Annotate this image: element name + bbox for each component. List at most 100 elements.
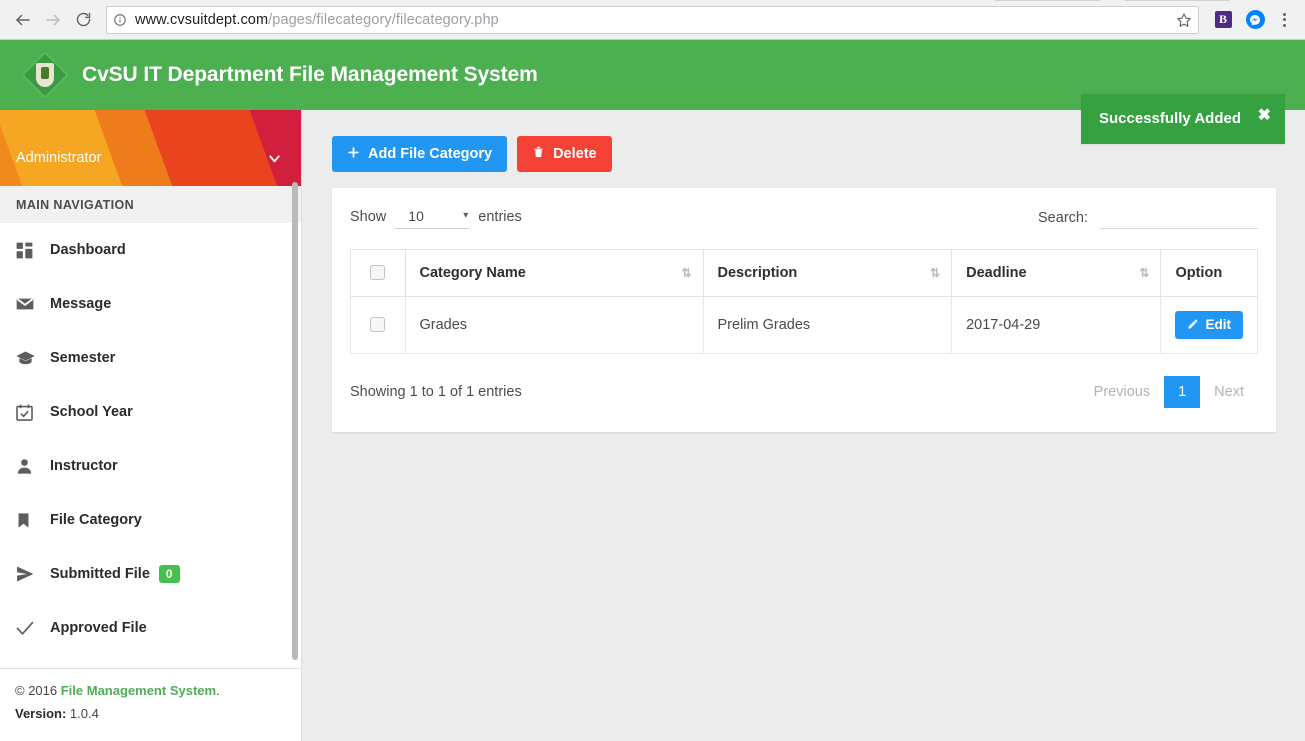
pagination-page-1[interactable]: 1: [1164, 376, 1201, 408]
entries-label: entries: [478, 208, 522, 225]
address-bar[interactable]: www.cvsuitdept.com/pages/filecategory/fi…: [106, 5, 1199, 34]
sidebar-item-submitted-file[interactable]: Submitted File 0: [0, 547, 301, 601]
row-checkbox[interactable]: [370, 317, 386, 333]
search-label: Search:: [1038, 210, 1088, 226]
pagination-previous[interactable]: Previous: [1080, 377, 1164, 407]
column-label: Deadline: [966, 264, 1027, 281]
file-category-card: Show 10 ▾ entries Search: Category Name …: [332, 187, 1276, 432]
version-value: 1.0.4: [69, 706, 99, 721]
sidebar-item-semester[interactable]: Semester: [0, 331, 301, 385]
menu-dot: [1282, 12, 1286, 16]
version-label: Version:: [15, 706, 67, 721]
copyright-line: © 2016 File Management System.: [15, 683, 301, 698]
close-icon[interactable]: ✖: [1258, 108, 1271, 124]
paper-plane-icon: [15, 564, 41, 584]
bookmark-star-icon[interactable]: [1170, 12, 1192, 28]
column-description[interactable]: Description ⇅: [702, 248, 953, 297]
sidebar-item-dashboard[interactable]: Dashboard: [0, 223, 301, 277]
info-circle-icon[interactable]: [113, 13, 127, 27]
reload-button[interactable]: [68, 5, 98, 35]
status-badge: 0: [158, 565, 180, 583]
datatable-footer: Showing 1 to 1 of 1 entries Previous 1 N…: [350, 354, 1258, 408]
sidebar-item-label: School Year: [50, 404, 133, 420]
sidebar-scrollbar[interactable]: [292, 182, 298, 660]
calendar-check-icon: [15, 403, 41, 422]
brand[interactable]: CvSU IT Department File Management Syste…: [0, 50, 538, 100]
pagination-next[interactable]: Next: [1200, 377, 1258, 407]
add-file-category-label: Add File Category: [368, 145, 493, 162]
row-select-cell[interactable]: [350, 295, 406, 354]
copyright-prefix: © 2016: [15, 683, 61, 698]
url-path: /pages/filecategory/filecategory.php: [268, 11, 499, 28]
tab-strip-remnant: [995, 0, 1100, 1]
version-line: Version: 1.0.4: [15, 706, 301, 721]
column-label: Category Name: [419, 264, 526, 281]
entries-select[interactable]: 10 ▾: [394, 206, 471, 229]
cell-deadline: 2017-04-29: [951, 295, 1162, 354]
page-title: CvSU IT Department File Management Syste…: [82, 63, 538, 86]
cell-option: Edit: [1160, 295, 1258, 354]
sort-icon[interactable]: ⇅: [1139, 266, 1149, 280]
sidebar-item-label: Instructor: [50, 458, 118, 474]
column-category-name[interactable]: Category Name ⇅: [404, 248, 704, 297]
chevron-down-icon: ▾: [463, 210, 469, 221]
pencil-icon: [1187, 318, 1199, 333]
extension-b-label: B: [1214, 11, 1232, 28]
copyright-link[interactable]: File Management System: [61, 683, 216, 698]
column-label: Option: [1175, 264, 1223, 281]
sidebar-item-label: File Category: [50, 512, 142, 528]
trash-icon: [532, 145, 545, 163]
sidebar-footer: © 2016 File Management System. Version: …: [0, 668, 301, 741]
cell-description: Prelim Grades: [702, 295, 953, 354]
toast-message: Successfully Added: [1099, 110, 1241, 127]
sort-icon[interactable]: ⇅: [681, 266, 691, 280]
sidebar-item-label: Submitted File: [50, 566, 150, 582]
browser-toolbar: www.cvsuitdept.com/pages/filecategory/fi…: [0, 0, 1305, 40]
check-icon: [15, 618, 41, 638]
sidebar-item-label: Dashboard: [50, 242, 126, 258]
chevron-down-icon[interactable]: [266, 150, 283, 172]
sidebar: Administrator MAIN NAVIGATION Dashboard: [0, 110, 302, 741]
table-row[interactable]: Grades Prelim Grades 2017-04-29 Edit: [350, 295, 1258, 354]
column-deadline[interactable]: Deadline ⇅: [951, 248, 1162, 297]
copyright-suffix: .: [216, 683, 220, 698]
app-header: CvSU IT Department File Management Syste…: [0, 40, 1305, 144]
bookmark-icon: [15, 511, 41, 530]
file-category-table: Category Name ⇅ Description ⇅ Deadline ⇅: [350, 248, 1258, 355]
three-dot-menu-icon[interactable]: [1271, 6, 1297, 34]
sidebar-item-file-category[interactable]: File Category: [0, 493, 301, 547]
table-head: Category Name ⇅ Description ⇅ Deadline ⇅: [350, 248, 1258, 297]
sidebar-item-school-year[interactable]: School Year: [0, 385, 301, 439]
extension-b-button[interactable]: B: [1209, 6, 1237, 34]
delete-button[interactable]: Delete: [517, 136, 612, 172]
sidebar-item-approved-file[interactable]: Approved File: [0, 601, 301, 655]
url-text: www.cvsuitdept.com/pages/filecategory/fi…: [135, 12, 499, 28]
sidebar-item-instructor[interactable]: Instructor: [0, 439, 301, 493]
tab-strip-remnant-2: [1125, 0, 1230, 1]
user-panel[interactable]: Administrator: [0, 110, 301, 186]
success-toast: Successfully Added ✖: [1081, 94, 1285, 144]
column-label: Description: [717, 264, 798, 281]
table-body: Grades Prelim Grades 2017-04-29 Edit: [350, 295, 1258, 354]
url-host: www.cvsuitdept.com: [135, 11, 269, 28]
show-label: Show: [350, 208, 387, 225]
user-name: Administrator: [16, 150, 102, 166]
sidebar-item-label: Message: [50, 296, 112, 312]
select-all-checkbox[interactable]: [370, 265, 386, 281]
edit-button[interactable]: Edit: [1175, 310, 1243, 339]
forward-button[interactable]: [38, 5, 68, 35]
back-button[interactable]: [8, 5, 38, 35]
dashboard-grid-icon: [15, 241, 41, 260]
search-control: Search:: [1038, 206, 1258, 229]
graduation-cap-icon: [15, 348, 41, 369]
sidebar-item-label: Approved File: [50, 620, 147, 636]
main-content: Add File Category Delete Show 10 ▾ entri…: [302, 110, 1305, 741]
sort-icon[interactable]: ⇅: [930, 266, 940, 280]
messenger-icon[interactable]: [1241, 6, 1269, 34]
menu-dot: [1282, 18, 1286, 21]
add-file-category-button[interactable]: Add File Category: [332, 136, 508, 172]
cvsu-seal-logo: [20, 50, 70, 100]
sidebar-item-message[interactable]: Message: [0, 277, 301, 331]
column-select-all[interactable]: [350, 248, 406, 297]
search-input[interactable]: [1100, 206, 1258, 229]
